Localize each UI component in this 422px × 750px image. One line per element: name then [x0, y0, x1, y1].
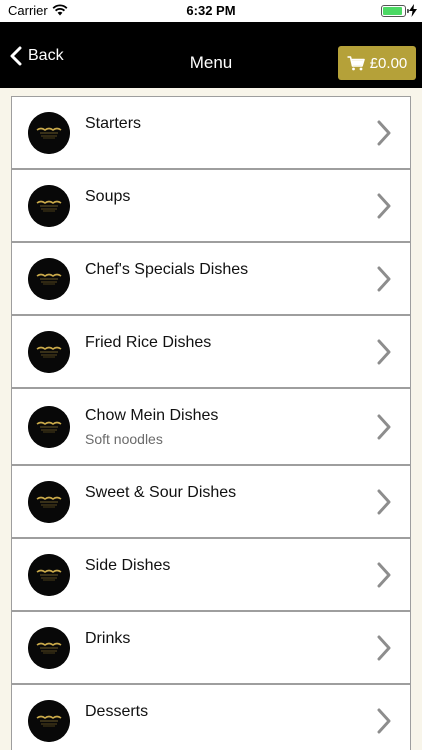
chevron-right-icon	[377, 120, 391, 145]
chevron-right-icon	[377, 414, 391, 439]
menu-category-row[interactable]: Soups	[11, 169, 411, 242]
menu-category-title: Side Dishes	[85, 557, 171, 574]
menu-category-title: Drinks	[85, 630, 131, 647]
menu-category-title: Starters	[85, 115, 142, 132]
cart-total: £0.00	[369, 54, 408, 72]
cart-icon	[347, 55, 365, 70]
menu-category-title: Fried Rice Dishes	[85, 334, 212, 351]
restaurant-logo-icon	[28, 699, 70, 742]
menu-category-row[interactable]: Chow Mein Dishes Soft noodles	[11, 388, 411, 465]
menu-category-title: Chow Mein Dishes	[85, 407, 219, 424]
charging-bolt-icon	[409, 4, 417, 17]
menu-category-row[interactable]: Chef's Specials Dishes	[11, 242, 411, 315]
menu-category-row[interactable]: Fried Rice Dishes	[11, 315, 411, 388]
chevron-right-icon	[377, 708, 391, 733]
chevron-right-icon	[377, 339, 391, 364]
cart-button[interactable]: £0.00	[338, 46, 416, 80]
menu-category-title: Soups	[85, 188, 131, 205]
restaurant-logo-icon	[28, 405, 70, 448]
menu-category-row[interactable]: Drinks	[11, 611, 411, 684]
menu-category-title: Sweet & Sour Dishes	[85, 484, 237, 501]
chevron-right-icon	[377, 489, 391, 514]
menu-category-title: Chef's Specials Dishes	[85, 261, 249, 278]
restaurant-logo-icon	[28, 553, 70, 596]
menu-category-row[interactable]: Side Dishes	[11, 538, 411, 611]
restaurant-logo-icon	[28, 257, 70, 300]
chevron-right-icon	[377, 193, 391, 218]
restaurant-logo-icon	[28, 626, 70, 669]
chevron-right-icon	[377, 266, 391, 291]
restaurant-logo-icon	[28, 111, 70, 154]
battery-icon	[381, 5, 409, 17]
chevron-right-icon	[377, 562, 391, 587]
clock: 6:32 PM	[186, 3, 236, 18]
menu-category-row[interactable]: Starters	[11, 96, 411, 169]
restaurant-logo-icon	[28, 480, 70, 523]
status-bar: Carrier 6:32 PM	[0, 0, 422, 22]
restaurant-logo-icon	[28, 184, 70, 227]
menu-category-title: Desserts	[85, 703, 149, 720]
navigation-bar: Back Menu £0.00	[0, 22, 422, 88]
menu-category-subtitle: Soft noodles	[85, 431, 163, 447]
chevron-right-icon	[377, 635, 391, 660]
menu-list: Starters Soups Chef's Specials Dishes Fr…	[11, 96, 411, 750]
menu-category-row[interactable]: Sweet & Sour Dishes	[11, 465, 411, 538]
battery-level	[383, 7, 402, 15]
menu-category-row[interactable]: Desserts	[11, 684, 411, 750]
restaurant-logo-icon	[28, 330, 70, 373]
